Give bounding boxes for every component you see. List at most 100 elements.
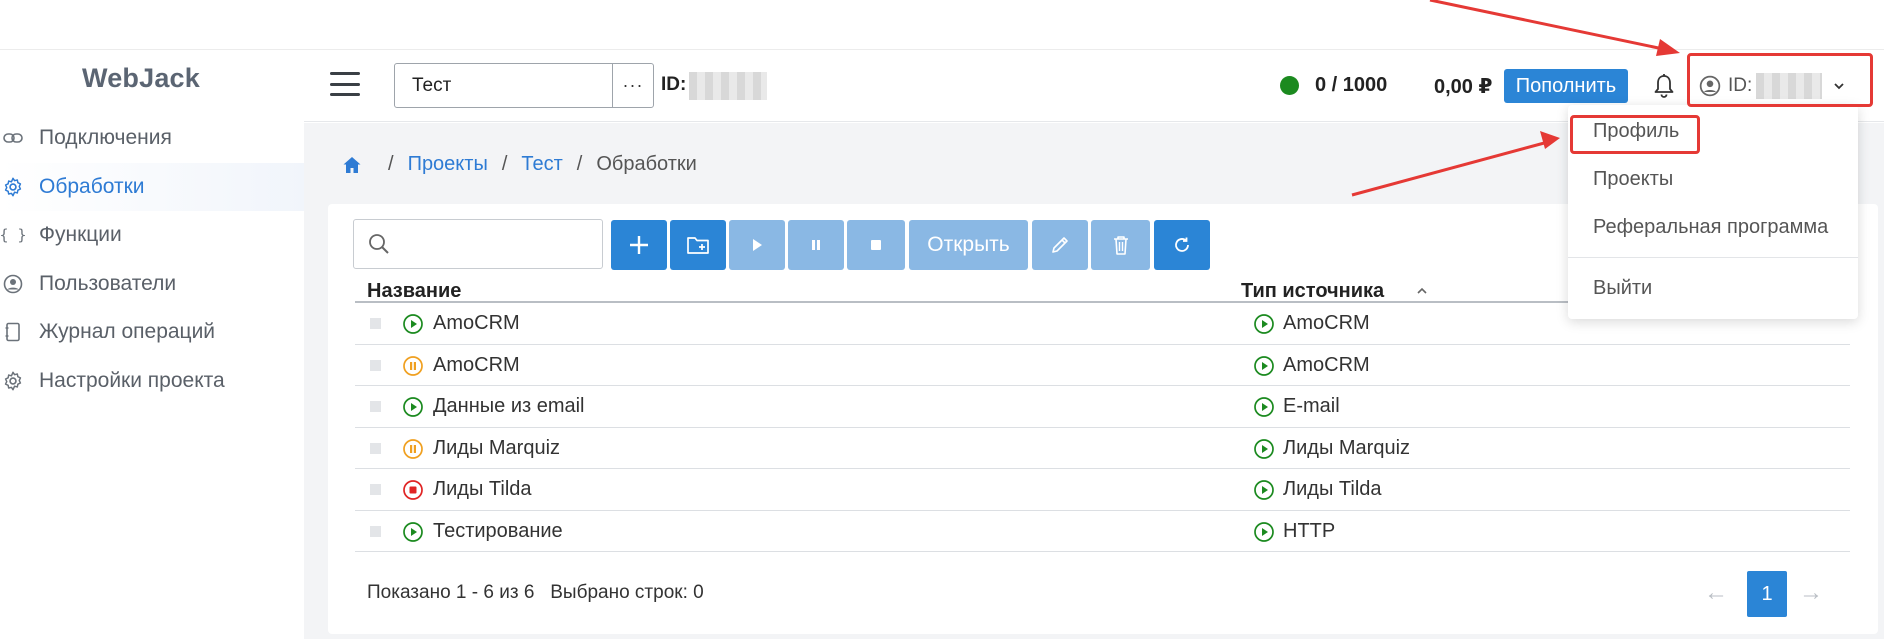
project-id-redacted <box>689 72 767 100</box>
row-source-type: AmoCRM <box>1283 353 1370 376</box>
table-row[interactable]: Данные из email E-mail <box>355 386 1850 428</box>
sidebar-item-log[interactable]: Журнал операций <box>0 308 304 357</box>
pause-circle-icon <box>403 355 423 376</box>
menu-divider <box>1568 257 1858 258</box>
braces-icon: { } <box>0 226 27 245</box>
stop-icon <box>871 240 881 250</box>
row-source-type: Лиды Marquiz <box>1283 436 1411 459</box>
play-circle-icon <box>1254 355 1274 376</box>
table-row[interactable]: Лиды Tilda Лиды Tilda <box>355 469 1850 511</box>
add-button[interactable] <box>611 220 667 270</box>
pause-button[interactable] <box>788 220 844 270</box>
app-logo[interactable]: WebJack <box>82 63 200 94</box>
pagination-next-button[interactable]: → <box>1799 579 1823 607</box>
play-circle-icon <box>1254 314 1274 334</box>
project-selector-value[interactable]: Тест <box>395 64 612 107</box>
balance-value: 0,00 ₽ <box>1434 76 1493 98</box>
row-source-type: AmoCRM <box>1283 312 1370 334</box>
breadcrumb-link-projects[interactable]: Проекты <box>408 153 488 176</box>
play-circle-icon <box>403 314 423 334</box>
top-blank-area <box>0 0 1884 50</box>
pencil-icon <box>1052 237 1068 253</box>
folder-plus-icon <box>687 237 709 254</box>
breadcrumb: / Проекты / Тест / Обработки <box>342 153 697 176</box>
refresh-button[interactable] <box>1154 220 1210 270</box>
menu-item-projects[interactable]: Проекты <box>1593 168 1673 191</box>
table-footer-info: Показано 1 - 6 из 6 Выбрано строк: 0 <box>367 582 704 604</box>
trash-icon <box>1113 236 1128 255</box>
play-circle-icon <box>1254 397 1274 417</box>
start-button[interactable] <box>729 220 785 270</box>
pause-icon <box>812 240 820 250</box>
play-circle-icon <box>403 521 423 542</box>
notebook-icon <box>0 317 28 347</box>
pagination-page-button[interactable]: 1 <box>1747 571 1787 617</box>
menu-item-referral[interactable]: Реферальная программа <box>1593 216 1828 239</box>
row-name: Данные из email <box>433 395 585 417</box>
row-name: AmoCRM <box>433 312 520 334</box>
menu-item-logout[interactable]: Выйти <box>1593 277 1652 300</box>
row-checkbox[interactable] <box>370 442 381 454</box>
more-options-button[interactable]: ··· <box>612 64 653 107</box>
pagination-prev-button[interactable]: ← <box>1704 579 1728 607</box>
project-selector[interactable]: Тест ··· <box>394 63 654 108</box>
annotation-highlight-profile <box>1570 115 1700 154</box>
gear-icon <box>0 172 28 202</box>
play-icon <box>753 239 762 251</box>
annotation-highlight-user-menu <box>1687 53 1873 107</box>
menu-toggle-icon[interactable] <box>330 72 360 96</box>
sidebar-item-label: Подключения <box>39 126 172 150</box>
topup-button[interactable]: Пополнить <box>1504 69 1628 103</box>
play-circle-icon <box>403 397 423 417</box>
edit-button[interactable] <box>1032 220 1088 270</box>
sidebar-item-label: Журнал операций <box>39 320 216 344</box>
bell-icon[interactable] <box>1651 72 1677 100</box>
search-icon <box>369 234 389 254</box>
sidebar-item-users[interactable]: Пользователи <box>0 260 304 309</box>
rows-shown-text: Показано 1 - 6 из 6 <box>367 582 535 603</box>
breadcrumb-link-project[interactable]: Тест <box>521 153 562 176</box>
sidebar-item-functions[interactable]: { } Функции <box>0 211 304 260</box>
column-header-source-type[interactable]: Тип источника <box>1241 280 1384 303</box>
row-checkbox[interactable] <box>370 525 381 537</box>
home-icon[interactable] <box>342 155 362 175</box>
sidebar-item-project-settings[interactable]: Настройки проекта <box>0 357 304 406</box>
stop-button[interactable] <box>847 220 905 270</box>
pause-circle-icon <box>403 438 423 459</box>
refresh-icon <box>1175 237 1189 252</box>
search-input[interactable] <box>353 219 603 269</box>
row-name: Лиды Tilda <box>433 478 532 500</box>
open-button[interactable]: Открыть <box>909 220 1028 270</box>
row-checkbox[interactable] <box>370 401 381 412</box>
sidebar-nav: Подключения Обработки { } Функции Пользо… <box>0 114 304 405</box>
row-source-type: HTTP <box>1283 519 1336 542</box>
table-row[interactable]: AmoCRM AmoCRM <box>355 345 1850 386</box>
column-header-name[interactable]: Название <box>367 280 461 303</box>
row-checkbox[interactable] <box>370 484 381 495</box>
sidebar: WebJack Подключения Обработки { } Функци… <box>0 50 304 639</box>
stop-circle-icon <box>403 480 423 500</box>
quota-counter: 0 / 1000 <box>1315 74 1388 96</box>
row-name: Лиды Marquiz <box>433 436 561 459</box>
rows-selected-text: Выбрано строк: 0 <box>550 582 704 603</box>
row-checkbox[interactable] <box>370 359 381 371</box>
add-folder-button[interactable] <box>670 220 726 270</box>
sidebar-item-connections[interactable]: Подключения <box>0 114 304 163</box>
sidebar-item-label: Функции <box>39 223 122 247</box>
user-icon <box>0 269 28 299</box>
play-circle-icon <box>1254 521 1274 542</box>
row-checkbox[interactable] <box>370 318 381 329</box>
sidebar-item-processing[interactable]: Обработки <box>0 162 304 211</box>
sidebar-item-label: Пользователи <box>39 271 177 295</box>
row-name: Тестирование <box>433 519 563 542</box>
table-row[interactable]: Лиды Marquiz Лиды Marquiz <box>355 428 1850 469</box>
gear-icon <box>0 366 28 396</box>
delete-button[interactable] <box>1091 220 1150 270</box>
table-row[interactable]: Тестирование HTTP <box>355 511 1850 552</box>
plus-icon <box>630 236 648 254</box>
play-circle-icon <box>1254 480 1274 500</box>
sort-up-icon[interactable] <box>1415 284 1429 298</box>
breadcrumb-current: Обработки <box>596 153 697 175</box>
row-name: AmoCRM <box>433 353 520 376</box>
project-id-label: ID: <box>661 74 687 95</box>
